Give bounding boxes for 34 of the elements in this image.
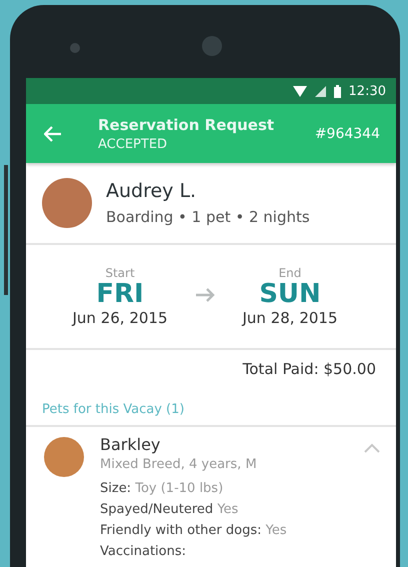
battery-icon <box>334 84 341 98</box>
back-button[interactable] <box>44 126 62 142</box>
screen-title: Reservation Request <box>98 116 276 134</box>
pet-name: Barkley <box>100 435 162 454</box>
pet-description: Mixed Breed, 4 years, M <box>100 457 258 472</box>
detail-label: Friendly with other dogs: <box>100 523 262 538</box>
date-label: Start <box>105 266 135 280</box>
detail-value: Yes <box>217 502 238 517</box>
detail-label: Spayed/Neutered <box>100 502 214 517</box>
detail-label: Size: <box>100 481 132 496</box>
detail-value: Toy (1-10 lbs) <box>135 481 224 496</box>
section-header: Pets for this Vacay (1) <box>41 401 186 419</box>
signal-icon <box>314 86 326 96</box>
detail-value: Yes <box>266 523 287 538</box>
weekday: FRI <box>96 280 144 309</box>
date-text: Jun 28, 2015 <box>242 308 338 327</box>
weekday: SUN <box>259 280 321 309</box>
wifi-icon <box>292 86 307 96</box>
pet-photo-placeholder <box>44 437 84 477</box>
date-text: Jun 26, 2015 <box>72 308 168 327</box>
reservation-status: ACCEPTED <box>98 136 168 152</box>
avatar-placeholder <box>42 178 92 228</box>
owner-name: Audrey L. <box>106 180 198 202</box>
total-paid: Total Paid: $50.00 <box>242 360 376 380</box>
back-arrow-icon <box>44 126 62 142</box>
status-time: 12:30 <box>348 84 386 98</box>
right-arrow-icon <box>195 288 215 302</box>
speaker-icon <box>70 43 80 53</box>
date-label: End <box>278 266 302 280</box>
reservation-number: #964344 <box>314 126 380 142</box>
camera-icon <box>202 36 222 56</box>
chevron-up-icon[interactable] <box>364 443 380 453</box>
booking-summary: Boarding • 1 pet • 2 nights <box>106 208 310 226</box>
detail-label: Vaccinations: <box>100 544 186 559</box>
